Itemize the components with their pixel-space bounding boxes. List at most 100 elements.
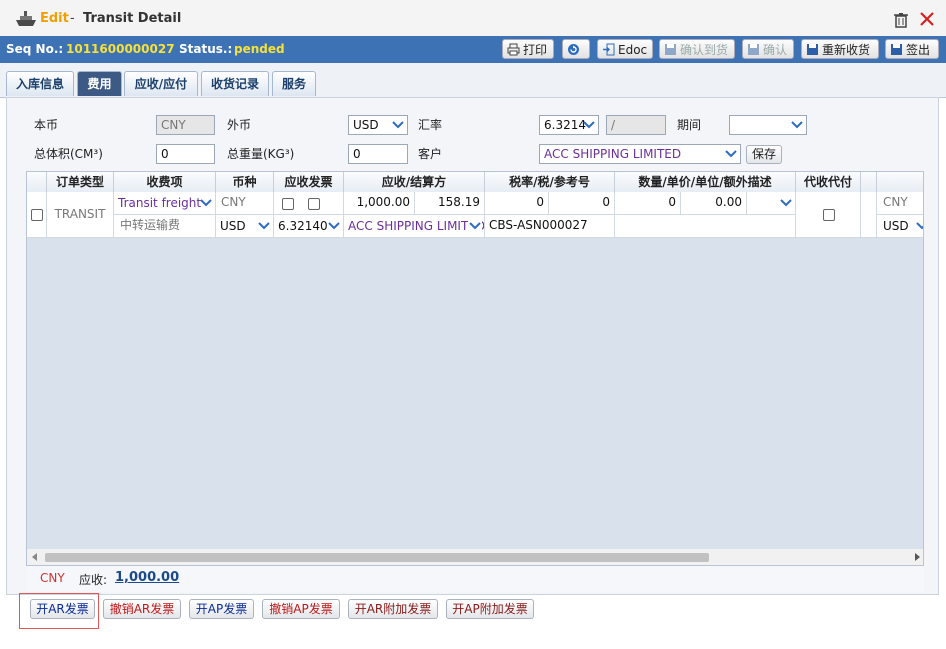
close-icon[interactable] (917, 9, 937, 29)
collect-pay-checkbox[interactable] (823, 209, 835, 221)
refresh-button[interactable] (562, 39, 590, 59)
amount-cell[interactable]: 1,000.00 (344, 192, 415, 215)
total-weight-input[interactable]: 0 (348, 144, 408, 164)
scroll-left-arrow[interactable] (32, 553, 37, 561)
order-type-cell: TRANSIT (47, 192, 114, 238)
edoc-button[interactable]: Edoc (597, 39, 653, 59)
tab-receivable-payable[interactable]: 应收/应付 (124, 71, 198, 96)
grid-header: 订单类型 收费项 币种 应收发票 应收/结算方 税率/税/参考号 数量/单价/单… (27, 172, 923, 193)
open-ar-invoice-button[interactable]: 开AR发票 (30, 599, 95, 619)
seq-no-value: 1011600000027 (66, 42, 175, 56)
save-customer-button[interactable]: 保存 (746, 145, 782, 164)
rate-cell: 6.32140 (274, 215, 344, 238)
charge-item-cell: Transit freight (114, 192, 216, 215)
settle-party-value: ACC SHIPPING LIMITED (348, 219, 484, 233)
total-weight-label: 总重量(KG³) (227, 147, 295, 161)
chevron-down-icon (258, 222, 270, 230)
customer-select[interactable]: ACC SHIPPING LIMITED (539, 144, 741, 164)
chevron-down-icon (780, 199, 792, 207)
save-icon (891, 44, 902, 55)
sign-out-button[interactable]: 签出 (885, 39, 939, 59)
header-currency: 币种 (216, 172, 274, 192)
print-button[interactable]: 打印 (502, 39, 554, 59)
spacer-cell (861, 192, 877, 238)
foreign-currency-value: USD (353, 118, 379, 132)
scrollbar-thumb[interactable] (45, 553, 709, 562)
tab-services[interactable]: 服务 (272, 71, 316, 96)
chevron-down-icon (725, 150, 737, 158)
header-tax: 税率/税/参考号 (485, 172, 615, 192)
extra-desc-cell[interactable] (615, 215, 796, 238)
summary-bar: CNY 应收: 1,000.00 (27, 566, 924, 592)
collect-pay-cell (796, 192, 861, 238)
confirm-label: 确认 (763, 43, 788, 57)
settle-currency-cell: USD (216, 215, 274, 238)
chevron-down-icon (392, 121, 404, 129)
row-checkbox[interactable] (31, 209, 43, 221)
receive-again-button[interactable]: 重新收货 (801, 39, 879, 59)
tax-rate-cell[interactable]: 0 (485, 192, 549, 215)
cancel-ar-invoice-button[interactable]: 撤销AR发票 (103, 599, 181, 619)
settle-party-select[interactable]: ACC SHIPPING LIMITED (344, 216, 484, 236)
edoc-icon (603, 43, 615, 56)
unit-price-cell[interactable]: 0.00 (681, 192, 747, 215)
scroll-right-arrow[interactable] (915, 553, 920, 561)
summary-label: 应收: (79, 573, 108, 587)
confirm-button[interactable]: 确认 (742, 39, 794, 59)
window-title-bar: Edit - Transit Detail (0, 0, 946, 37)
seq-no-label: Seq No.: (6, 42, 64, 56)
printer-icon (507, 43, 520, 56)
chevron-down-icon (200, 199, 212, 207)
settle-currency-select[interactable]: USD (216, 216, 273, 236)
chevron-down-icon (791, 121, 803, 129)
header-qty-price: 数量/单价/单位/额外描述 (615, 172, 796, 192)
print-label: 打印 (523, 43, 548, 57)
open-ap-extra-invoice-button[interactable]: 开AP附加发票 (446, 599, 534, 619)
foreign-currency-select[interactable]: USD (348, 115, 408, 135)
window-title: Transit Detail (83, 11, 182, 26)
status-value: pended (234, 42, 285, 56)
unit-select[interactable] (747, 193, 795, 213)
rate-select[interactable]: 6.32140 (274, 216, 343, 236)
total-volume-input[interactable]: 0 (156, 144, 215, 164)
chevron-down-icon (328, 222, 340, 230)
header-collect-pay: 代收代付 (796, 172, 861, 192)
extra-currency-cell: CNY (877, 192, 923, 215)
header-settle-party: 应收/结算方 (344, 172, 485, 192)
exchange-rate-ratio-field: / (606, 115, 666, 135)
open-ap-invoice-button[interactable]: 开AP发票 (189, 599, 254, 619)
qty-cell[interactable]: 0 (615, 192, 681, 215)
summary-amount-link[interactable]: 1,000.00 (115, 570, 179, 585)
extra-currency2-select[interactable]: USD (877, 216, 923, 236)
ar-invoice-cell (274, 192, 344, 215)
open-ar-extra-invoice-button[interactable]: 开AR附加发票 (348, 599, 438, 619)
exchange-rate-value: 6.3214 (544, 118, 586, 132)
ref-no-cell[interactable]: CBS-ASN000027 (485, 215, 615, 238)
total-volume-label: 总体积(CM³) (34, 147, 103, 161)
refresh-icon (568, 44, 579, 55)
header-extra (877, 172, 923, 192)
trash-icon[interactable] (893, 12, 909, 28)
ar-invoice-checkbox-2[interactable] (308, 198, 320, 210)
amount2-cell[interactable]: 158.19 (415, 192, 485, 215)
receive-again-label: 重新收货 (822, 43, 871, 57)
tab-receipt-records[interactable]: 收货记录 (201, 71, 269, 96)
period-select[interactable] (729, 115, 807, 135)
row-select-cell (27, 192, 47, 238)
foreign-currency-label: 外币 (227, 118, 252, 132)
tax-cell[interactable]: 0 (549, 192, 615, 215)
exchange-rate-select[interactable]: 6.3214 (539, 115, 599, 135)
confirm-arrival-button[interactable]: 确认到货 (659, 39, 735, 59)
tab-inbound-info[interactable]: 入库信息 (6, 71, 74, 96)
customer-value: ACC SHIPPING LIMITED (544, 147, 682, 161)
ar-invoice-checkbox[interactable] (282, 198, 294, 210)
charge-item-select[interactable]: Transit freight (114, 193, 215, 213)
charge-item-cn: 中转运输费 (114, 215, 216, 238)
extra-currency2-value: USD (883, 219, 909, 233)
tab-charges[interactable]: 费用 (77, 71, 122, 96)
save-icon (807, 44, 818, 55)
horizontal-scrollbar[interactable] (27, 549, 923, 565)
sequence-toolbar: Seq No.: 1011600000027 Status.: pended 打… (0, 36, 946, 63)
customer-label: 客户 (418, 147, 443, 161)
cancel-ap-invoice-button[interactable]: 撤销AP发票 (262, 599, 340, 619)
